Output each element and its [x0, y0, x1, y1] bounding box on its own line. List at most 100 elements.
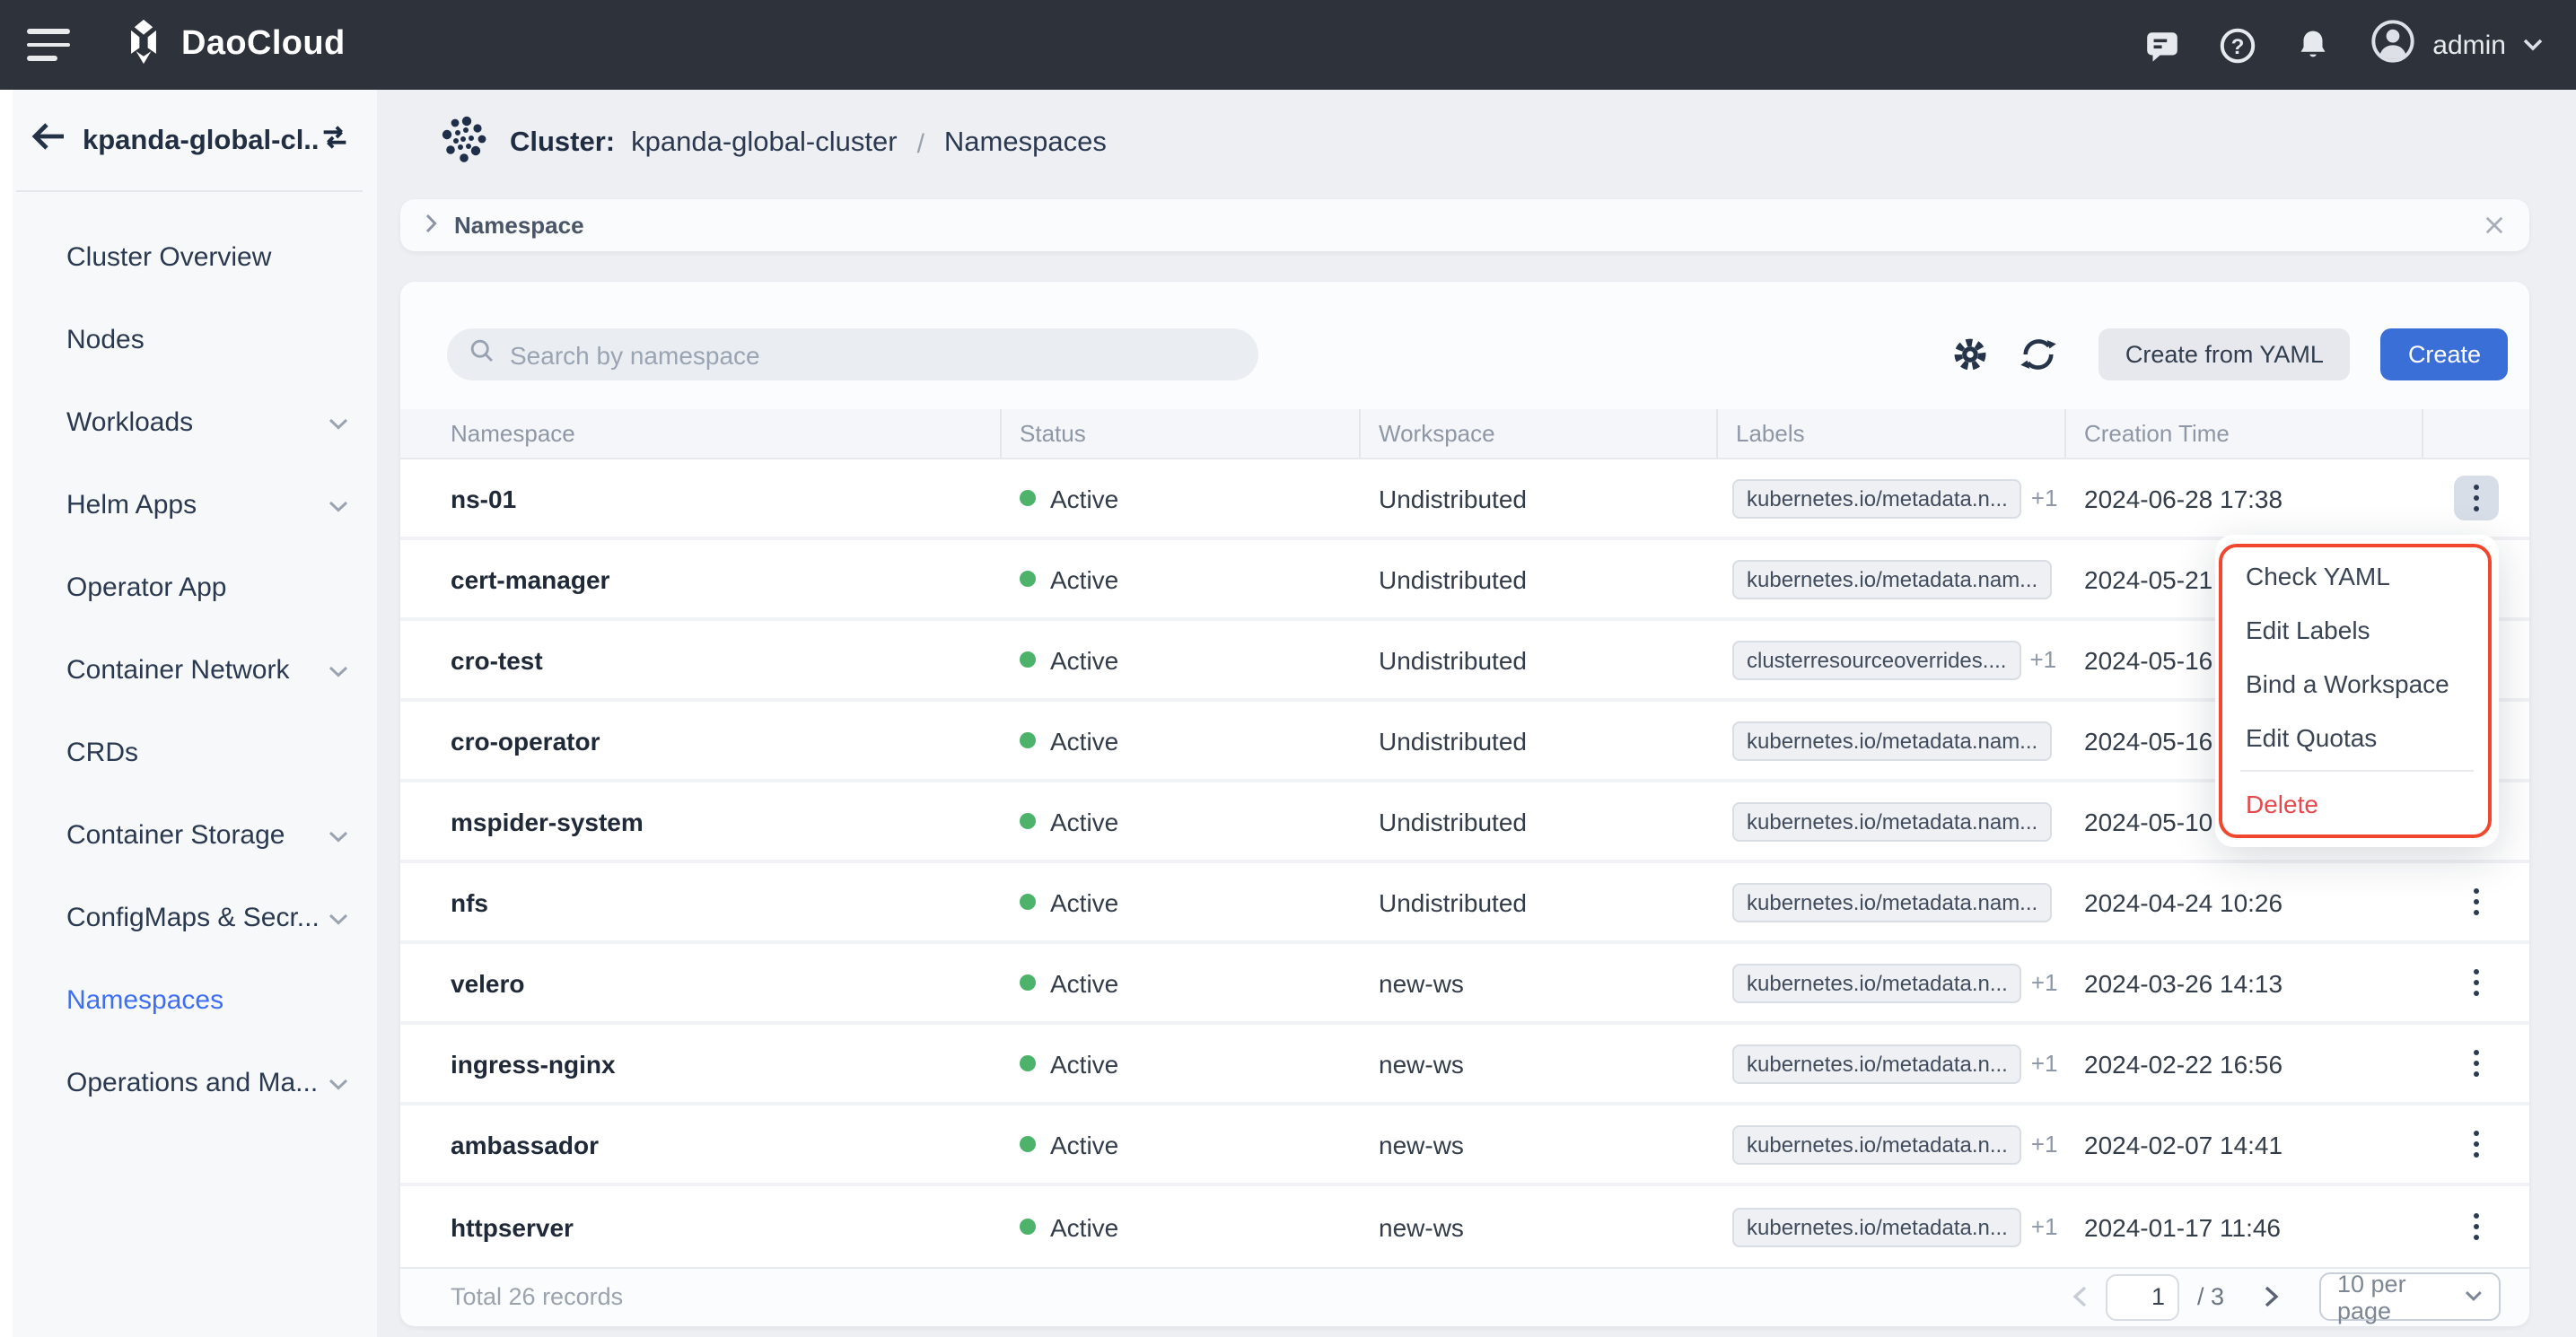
- row-actions-kebab-button[interactable]: [2454, 1122, 2499, 1167]
- brand-name: DaoCloud: [181, 25, 346, 65]
- namespace-name-link[interactable]: mspider-system: [400, 807, 1002, 835]
- status-text: Active: [1050, 726, 1118, 755]
- chevron-down-icon: [329, 819, 348, 850]
- sidebar-item[interactable]: Namespaces: [13, 958, 377, 1041]
- workspace-cell: new-ws: [1361, 1049, 1718, 1078]
- sidebar-item[interactable]: Container Storage: [13, 793, 377, 876]
- sidebar-item[interactable]: Helm Apps: [13, 463, 377, 546]
- namespace-collapse-bar[interactable]: Namespace: [400, 199, 2529, 251]
- row-actions-kebab-button[interactable]: [2454, 1041, 2499, 1086]
- sidebar-item[interactable]: Operations and Ma...: [13, 1041, 377, 1123]
- label-chip[interactable]: kubernetes.io/metadata.n...: [1732, 1044, 2022, 1083]
- close-icon[interactable]: [2484, 215, 2504, 235]
- context-menu-item[interactable]: Check YAML: [2215, 549, 2499, 603]
- breadcrumb-cluster-link[interactable]: kpanda-global-cluster: [631, 127, 897, 160]
- row-actions-context-menu: Check YAML Edit Labels Bind a Workspace …: [2215, 535, 2499, 847]
- label-more-count[interactable]: +1: [2031, 1131, 2058, 1158]
- context-menu-divider: [2240, 770, 2474, 772]
- sidebar-item[interactable]: CRDs: [13, 711, 377, 793]
- breadcrumb: Cluster: kpanda-global-cluster / Namespa…: [438, 118, 1107, 169]
- status-dot: [1020, 974, 1036, 991]
- sidebar-item-label: CRDs: [66, 737, 348, 767]
- column-header-status: Status: [1002, 409, 1361, 458]
- row-actions-kebab-button[interactable]: [2454, 1204, 2499, 1249]
- back-arrow-icon[interactable]: [29, 117, 68, 165]
- creation-time-cell: 2024-04-24 10:26: [2066, 887, 2423, 916]
- sidebar-item[interactable]: Workloads: [13, 380, 377, 463]
- switch-cluster-icon[interactable]: [318, 119, 352, 162]
- sidebar-item[interactable]: Cluster Overview: [13, 215, 377, 298]
- label-more-count[interactable]: +1: [2031, 1050, 2058, 1077]
- context-menu-item[interactable]: Edit Quotas: [2215, 711, 2499, 765]
- table-row: cro-test Active Undistributed clusterres…: [400, 621, 2529, 702]
- label-chip[interactable]: kubernetes.io/metadata.nam...: [1732, 559, 2052, 599]
- search-box[interactable]: [447, 328, 1258, 380]
- context-menu-item[interactable]: Edit Labels: [2215, 603, 2499, 657]
- label-more-count[interactable]: +1: [2031, 1213, 2058, 1240]
- namespace-name-link[interactable]: ambassador: [400, 1130, 1002, 1158]
- sidebar: kpanda-global-cl... Cluster Overview Nod…: [0, 90, 377, 1337]
- namespace-name-link[interactable]: ingress-nginx: [400, 1049, 1002, 1078]
- namespace-name-link[interactable]: cro-operator: [400, 726, 1002, 755]
- table-row: mspider-system Active Undistributed kube…: [400, 782, 2529, 863]
- sidebar-item-label: Nodes: [66, 324, 348, 354]
- next-page-icon[interactable]: [2264, 1285, 2280, 1308]
- label-chip[interactable]: kubernetes.io/metadata.nam...: [1732, 801, 2052, 841]
- label-chip[interactable]: clusterresourceoverrides....: [1732, 640, 2020, 679]
- breadcrumb-current-page: Namespaces: [944, 127, 1107, 160]
- row-actions-kebab-button[interactable]: [2454, 960, 2499, 1005]
- help-icon[interactable]: ?: [2219, 26, 2256, 64]
- table-row: httpserver Active new-ws kubernetes.io/m…: [400, 1186, 2529, 1267]
- context-menu-delete[interactable]: Delete: [2215, 777, 2499, 831]
- page-size-select[interactable]: 10 per page: [2319, 1272, 2501, 1321]
- sidebar-item[interactable]: Operator App: [13, 546, 377, 628]
- status-dot: [1020, 1055, 1036, 1071]
- hamburger-menu-icon[interactable]: [27, 29, 70, 61]
- row-actions-kebab-button[interactable]: [2454, 879, 2499, 924]
- label-chip[interactable]: kubernetes.io/metadata.n...: [1732, 478, 2022, 518]
- status-text: Active: [1050, 807, 1118, 835]
- chevron-down-icon: [329, 902, 348, 932]
- workspace-cell: new-ws: [1361, 1130, 1718, 1158]
- row-actions-kebab-button[interactable]: [2454, 476, 2499, 520]
- settings-gear-icon[interactable]: [1951, 336, 1989, 373]
- label-chip[interactable]: kubernetes.io/metadata.nam...: [1732, 721, 2052, 760]
- sidebar-item-label: ConfigMaps & Secr...: [66, 902, 329, 932]
- previous-page-icon[interactable]: [2072, 1285, 2088, 1308]
- label-more-count[interactable]: +1: [2031, 485, 2058, 511]
- namespace-name-link[interactable]: nfs: [400, 887, 1002, 916]
- create-from-yaml-button[interactable]: Create from YAML: [2098, 328, 2351, 380]
- namespace-name-link[interactable]: velero: [400, 968, 1002, 997]
- notifications-bell-icon[interactable]: [2294, 26, 2332, 64]
- workspace-cell: new-ws: [1361, 1212, 1718, 1241]
- namespace-name-link[interactable]: cro-test: [400, 645, 1002, 674]
- namespace-name-link[interactable]: httpserver: [400, 1212, 1002, 1241]
- context-menu-item[interactable]: Bind a Workspace: [2215, 657, 2499, 711]
- sidebar-item[interactable]: Nodes: [13, 298, 377, 380]
- workspace-cell: new-ws: [1361, 968, 1718, 997]
- status-text: Active: [1050, 1130, 1118, 1158]
- workspace-cell: Undistributed: [1361, 887, 1718, 916]
- sidebar-item[interactable]: Container Network: [13, 628, 377, 711]
- namespace-name-link[interactable]: ns-01: [400, 484, 1002, 512]
- messages-icon[interactable]: [2143, 26, 2181, 64]
- create-button[interactable]: Create: [2381, 328, 2508, 380]
- refresh-icon[interactable]: [2020, 336, 2057, 373]
- search-input[interactable]: [510, 340, 1237, 369]
- label-more-count[interactable]: +1: [2029, 646, 2056, 673]
- search-icon: [469, 336, 495, 372]
- namespace-name-link[interactable]: cert-manager: [400, 564, 1002, 593]
- label-more-count[interactable]: +1: [2031, 969, 2058, 996]
- status-text: Active: [1050, 968, 1118, 997]
- breadcrumb-prefix: Cluster:: [510, 127, 615, 160]
- label-chip[interactable]: kubernetes.io/metadata.n...: [1732, 963, 2022, 1002]
- page-number-input[interactable]: [2106, 1273, 2179, 1320]
- chevron-down-icon: [329, 406, 348, 437]
- label-chip[interactable]: kubernetes.io/metadata.n...: [1732, 1207, 2022, 1246]
- user-menu[interactable]: admin: [2370, 17, 2544, 73]
- status-text: Active: [1050, 564, 1118, 593]
- label-chip[interactable]: kubernetes.io/metadata.nam...: [1732, 882, 2052, 922]
- sidebar-item[interactable]: ConfigMaps & Secr...: [13, 876, 377, 958]
- label-chip[interactable]: kubernetes.io/metadata.n...: [1732, 1124, 2022, 1164]
- workspace-cell: Undistributed: [1361, 726, 1718, 755]
